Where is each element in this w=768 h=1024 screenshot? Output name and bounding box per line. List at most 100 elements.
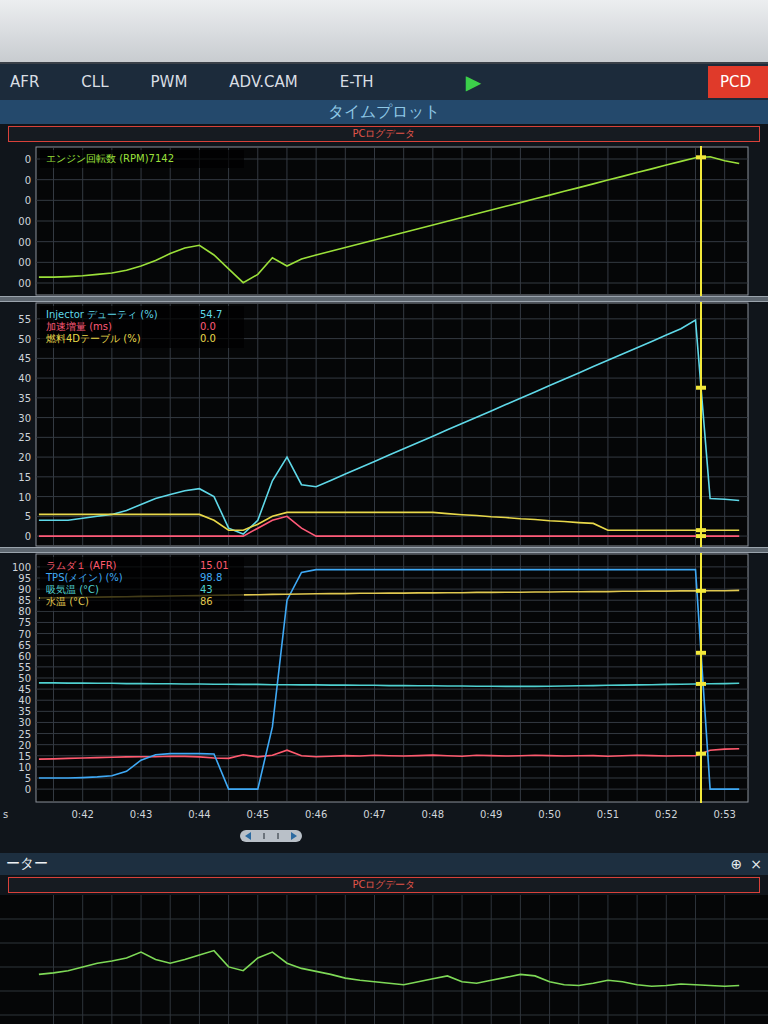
- grid-line: [607, 895, 608, 1024]
- grid-line: [374, 895, 375, 1024]
- grid-line: [666, 304, 667, 545]
- x-tick: 0:49: [480, 809, 502, 820]
- series-line: [39, 951, 739, 987]
- grid-line: [432, 304, 433, 545]
- y-tick: 45: [18, 353, 31, 364]
- plot-area: [36, 147, 748, 295]
- grid-line: [0, 967, 768, 968]
- series-line: [39, 516, 739, 536]
- arrow-right-icon: [291, 832, 297, 840]
- plot-area: [36, 303, 748, 546]
- y-tick: 0: [25, 154, 31, 165]
- x-tick: 0:46: [305, 809, 327, 820]
- x-tick: 0:51: [597, 809, 619, 820]
- tab[interactable]: PWM: [145, 67, 206, 97]
- legend-label: 水温 (°C): [46, 596, 89, 607]
- cursor-marker: [696, 589, 706, 593]
- grid-line: [345, 304, 346, 545]
- x-tick: 0:45: [247, 809, 269, 820]
- grid-line: [491, 304, 492, 545]
- y-tick: 45: [18, 684, 31, 695]
- grid-line: [36, 457, 748, 458]
- legend-box: [40, 557, 244, 611]
- grid-line: [0, 991, 768, 992]
- cursor-marker: [696, 534, 706, 538]
- tab[interactable]: CLL: [75, 67, 126, 97]
- bottom-chart: [0, 895, 768, 1024]
- cursor-marker: [696, 528, 706, 532]
- grid-line: [316, 304, 317, 545]
- x-axis: s0:420:430:440:450:460:470:480:490:500:5…: [0, 803, 768, 825]
- grid-line: [520, 895, 521, 1024]
- panel-separator[interactable]: [0, 547, 768, 553]
- y-tick: 0: [25, 195, 31, 206]
- log-source-strip: PCログデータ: [8, 126, 760, 142]
- legend-entry: エンジン回転数 (RPM)7142: [46, 153, 174, 164]
- panel-control-icon[interactable]: ×: [750, 856, 762, 872]
- y-tick: 90: [18, 584, 31, 595]
- y-tick: 00: [18, 257, 31, 268]
- grid-line: [0, 943, 768, 944]
- panel-control-icon[interactable]: ⊕: [731, 856, 743, 872]
- device-button[interactable]: PCD: [708, 66, 768, 98]
- grid-line: [36, 476, 748, 477]
- log-source: PCログデータ: [352, 878, 415, 892]
- y-tick: 75: [18, 617, 31, 628]
- chart-stack: 00000000000エンジン回転数 (RPM)7142555045403530…: [0, 146, 768, 803]
- y-tick: 5: [25, 511, 31, 522]
- cursor-marker: [696, 682, 706, 686]
- grid-line: [36, 689, 748, 690]
- y-tick: 0: [25, 531, 31, 542]
- x-tick: 0:52: [655, 809, 677, 820]
- legend-value: 86: [200, 596, 213, 607]
- log-source-strip: PCログデータ: [8, 877, 760, 893]
- grid-line: [36, 622, 748, 623]
- y-tick: 20: [18, 452, 31, 463]
- legend-label: Injector デューティ (%): [46, 309, 158, 320]
- y-tick: 00: [18, 216, 31, 227]
- y-tick: 70: [18, 629, 31, 640]
- scroll-row: [0, 825, 768, 847]
- grid-line: [695, 895, 696, 1024]
- y-tick: 10: [18, 492, 31, 503]
- grid-line: [724, 304, 725, 545]
- grid-line: [607, 304, 608, 545]
- x-tick: 0:50: [538, 809, 560, 820]
- y-tick: 35: [18, 393, 31, 404]
- y-tick: 00: [18, 278, 31, 289]
- y-tick: 35: [18, 706, 31, 717]
- legend-value: 43: [200, 584, 213, 595]
- grid-line: [36, 644, 748, 645]
- tab[interactable]: ADV.CAM: [223, 67, 315, 97]
- y-tick: 30: [18, 717, 31, 728]
- grid-line: [403, 304, 404, 545]
- legend-box: [40, 150, 244, 168]
- bottom-panel-title: ーター: [6, 855, 48, 873]
- y-tick: 85: [18, 595, 31, 606]
- scroll-handle[interactable]: [240, 830, 302, 842]
- grid-line: [36, 678, 748, 679]
- series-line: [39, 749, 739, 759]
- cursor-line[interactable]: [700, 146, 702, 296]
- grid-line: [36, 700, 748, 701]
- bottom-panel-title-bar: ーター ⊕ ×: [0, 853, 768, 875]
- panel-separator[interactable]: [0, 296, 768, 302]
- chart-panel: 1009590858075706560555045403530252015105…: [0, 553, 768, 803]
- grid-line: [199, 895, 200, 1024]
- x-tick: 0:43: [130, 809, 152, 820]
- run-button[interactable]: ▶: [460, 66, 487, 98]
- screen: AFRCLLPWMADV.CAME-TH▶PCDタイムプロットPCログデータ00…: [0, 0, 768, 1024]
- y-tick: 65: [18, 640, 31, 651]
- arrow-left-icon: [245, 832, 251, 840]
- grid-line: [36, 633, 748, 634]
- tab[interactable]: AFR: [4, 67, 57, 97]
- y-tick: 80: [18, 606, 31, 617]
- grid-line: [36, 733, 748, 734]
- y-tick: 55: [18, 662, 31, 673]
- grid-line: [36, 496, 748, 497]
- tab[interactable]: E-TH: [334, 67, 392, 97]
- legend-box: [40, 306, 244, 348]
- grid-line: [170, 895, 171, 1024]
- grid-line: [36, 711, 748, 712]
- cursor-line[interactable]: [700, 302, 702, 547]
